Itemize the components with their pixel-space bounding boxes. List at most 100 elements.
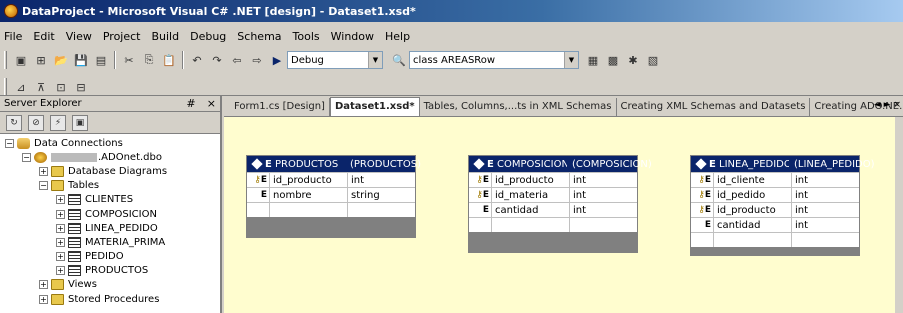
field-type[interactable] [791, 233, 859, 247]
open-file-icon[interactable]: 📂 [51, 50, 71, 70]
xsd-design-canvas[interactable]: E PRODUCTOS (PRODUCTOS) ⚷E id_producto int Eno… [224, 117, 903, 313]
tree-node[interactable]: + CLIENTES [0, 193, 220, 207]
tree-node[interactable]: − Tables [0, 179, 220, 193]
field-name[interactable]: id_cliente [713, 173, 791, 187]
schema-field-row[interactable]: ⚷E id_pedido int [691, 187, 859, 202]
class-view-icon[interactable]: ▧ [643, 50, 663, 70]
field-name[interactable] [269, 203, 347, 217]
document-tab[interactable]: Dataset1.xsd* [329, 97, 420, 116]
field-name[interactable]: id_producto [491, 173, 569, 187]
field-name[interactable]: id_materia [491, 188, 569, 202]
tree-node[interactable]: + COMPOSICION [0, 207, 220, 221]
schema-element-table[interactable]: E LINEA_PEDIDO (LINEA_PEDIDO) ⚷E id_cliente i… [690, 155, 875, 256]
chevron-down-icon[interactable]: ▼ [368, 52, 382, 68]
field-type[interactable]: int [791, 203, 859, 217]
field-type[interactable]: string [347, 188, 415, 202]
new-project-icon[interactable]: ▣ [11, 50, 31, 70]
schema-field-row[interactable]: ⚷E id_cliente int [691, 172, 859, 187]
menu-project[interactable]: Project [103, 30, 141, 43]
field-type[interactable]: int [569, 203, 637, 217]
refresh-icon[interactable]: ↻ [6, 114, 22, 131]
schema-element-table[interactable]: E PRODUCTOS (PRODUCTOS) ⚷E id_producto int Eno… [246, 155, 421, 238]
expand-icon[interactable]: + [56, 237, 65, 247]
schema-element-table[interactable]: E COMPOSICION (COMPOSICION) ⚷E id_producto in… [468, 155, 652, 253]
pin-icon[interactable]: # [186, 97, 195, 110]
menu-build[interactable]: Build [151, 30, 179, 43]
expand-icon[interactable]: + [56, 252, 65, 262]
navigate-icon[interactable]: ⇦ [227, 50, 247, 70]
menu-debug[interactable]: Debug [190, 30, 226, 43]
schema-field-row[interactable]: ⚷E id_producto int [469, 172, 637, 187]
field-name[interactable] [713, 233, 791, 247]
schema-field-row[interactable]: ⚷E id_producto int [691, 202, 859, 217]
schema-field-row[interactable]: Enombre string [247, 187, 415, 202]
save-all-icon[interactable]: ▤ [91, 50, 111, 70]
tree-node[interactable]: + Stored Procedures [0, 292, 220, 306]
tree-node[interactable]: + PRODUCTOS [0, 264, 220, 278]
collapse-icon[interactable]: − [39, 181, 48, 191]
find-combo[interactable]: class AREASRow ▼ [409, 51, 579, 69]
toolbar-grip[interactable] [4, 78, 7, 96]
copy-icon[interactable]: ⎘ [139, 50, 159, 70]
solution-config-select[interactable]: Debug ▼ [287, 51, 383, 69]
save-icon[interactable]: 💾 [71, 50, 91, 70]
expand-icon[interactable]: + [56, 209, 65, 219]
cut-icon[interactable]: ✂ [119, 50, 139, 70]
undo-icon[interactable]: ↶ [187, 50, 207, 70]
spacing-icon[interactable]: ⊼ [31, 77, 51, 97]
document-tab[interactable]: Creating XML Schemas and Datasets [617, 98, 811, 116]
menu-window[interactable]: Window [331, 30, 374, 43]
navigate-forward-icon[interactable]: ⇨ [247, 50, 267, 70]
start-debug-icon[interactable]: ▶ [267, 50, 287, 70]
add-item-icon[interactable]: ⊞ [31, 50, 51, 70]
solution-explorer-icon[interactable]: ▦ [583, 50, 603, 70]
schema-field-row[interactable]: ⚷E id_materia int [469, 187, 637, 202]
field-name[interactable]: cantidad [713, 218, 791, 232]
connect-server-icon[interactable]: ▣ [72, 114, 88, 131]
toolbar-grip[interactable] [4, 51, 7, 69]
schema-field-row[interactable] [469, 217, 637, 232]
menu-help[interactable]: Help [385, 30, 410, 43]
connect-database-icon[interactable]: ⚡ [50, 114, 66, 131]
field-name[interactable]: id_producto [713, 203, 791, 217]
field-name[interactable]: id_pedido [713, 188, 791, 202]
paste-icon[interactable]: 📋 [159, 50, 179, 70]
schema-field-row[interactable] [691, 232, 859, 247]
tree-node[interactable]: − .ADOnet.dbo [0, 150, 220, 164]
schema-field-row[interactable]: Ecantidad int [691, 217, 859, 232]
expand-icon[interactable]: + [39, 294, 48, 304]
properties-icon[interactable]: ▩ [603, 50, 623, 70]
document-tab[interactable]: Tables, Columns,...ts in XML Schemas [420, 98, 617, 116]
tree-node[interactable]: + PEDIDO [0, 250, 220, 264]
field-type[interactable]: int [569, 188, 637, 202]
field-type[interactable]: int [791, 188, 859, 202]
tree-node[interactable]: + LINEA_PEDIDO [0, 221, 220, 235]
tab-navigation-icon[interactable]: ◄ ► × [874, 100, 901, 110]
vertical-scrollbar[interactable] [895, 117, 903, 313]
menu-view[interactable]: View [66, 30, 92, 43]
field-name[interactable] [491, 218, 569, 232]
expand-icon[interactable]: + [56, 266, 65, 276]
menu-tools[interactable]: Tools [293, 30, 320, 43]
format-icon[interactable]: ⊟ [71, 77, 91, 97]
chevron-down-icon[interactable]: ▼ [564, 52, 578, 68]
expand-icon[interactable]: + [39, 166, 48, 176]
schema-table-header[interactable]: E PRODUCTOS (PRODUCTOS) [247, 156, 421, 172]
collapse-icon[interactable]: − [5, 138, 14, 148]
field-type[interactable] [347, 203, 415, 217]
collapse-icon[interactable]: − [22, 152, 31, 162]
expand-icon[interactable]: + [56, 223, 65, 233]
find-icon[interactable]: 🔍 [389, 50, 409, 70]
align-icon[interactable]: ⊿ [11, 77, 31, 97]
expand-icon[interactable]: + [39, 280, 48, 290]
menu-schema[interactable]: Schema [237, 30, 281, 43]
schema-table-header[interactable]: E LINEA_PEDIDO (LINEA_PEDIDO) [691, 156, 875, 172]
field-name[interactable]: cantidad [491, 203, 569, 217]
field-type[interactable]: int [347, 173, 415, 187]
tree-node[interactable]: − Data Connections [0, 136, 220, 150]
schema-field-row[interactable]: Ecantidad int [469, 202, 637, 217]
tree-node[interactable]: + Views [0, 278, 220, 292]
field-type[interactable]: int [791, 173, 859, 187]
field-name[interactable]: nombre [269, 188, 347, 202]
field-type[interactable]: int [569, 173, 637, 187]
